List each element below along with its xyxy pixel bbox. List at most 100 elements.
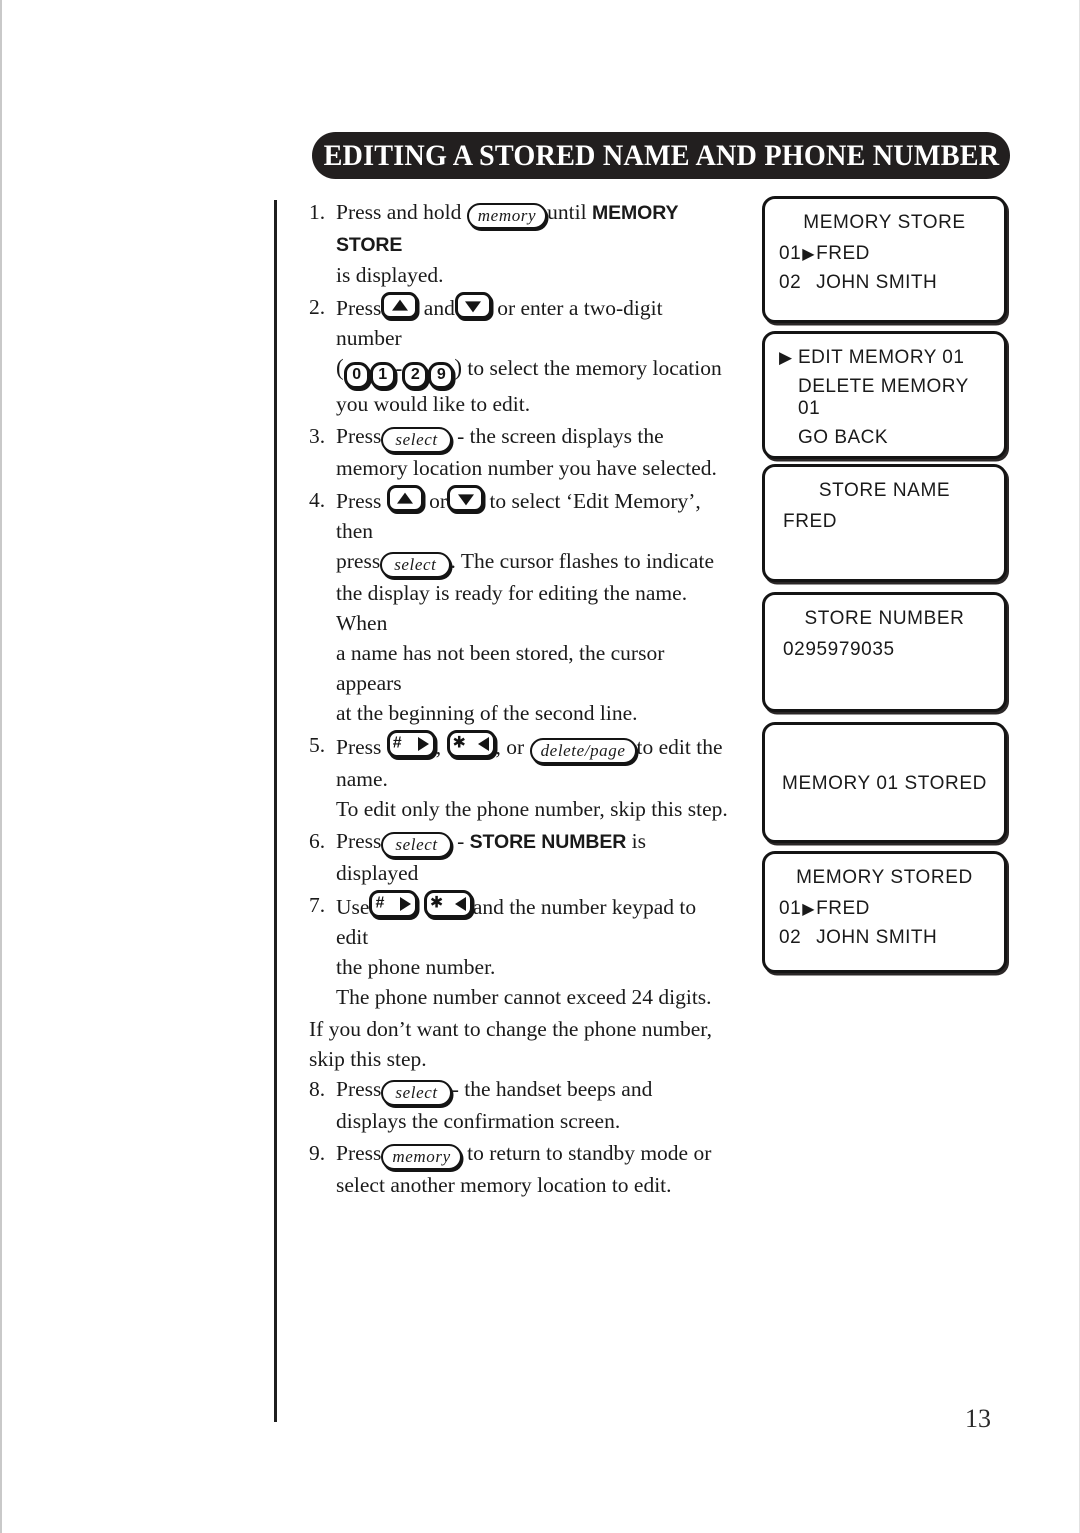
- star-left-key-icon: ✱: [446, 730, 496, 758]
- page-title: EDITING A STORED NAME AND PHONE NUMBER: [323, 138, 999, 172]
- step-6-text-2: -: [457, 829, 465, 853]
- step-4-text-1: Press: [336, 489, 382, 513]
- hash-right-key-icon: #: [386, 730, 436, 758]
- step-6: 6. Press select - STORE NUMBER is display…: [309, 826, 729, 888]
- memory-index: 01: [779, 898, 802, 919]
- lcd-screen-memory-01-stored: MEMORY 01 STORED: [762, 722, 1007, 843]
- step-1-text-1: Press and hold: [336, 200, 462, 224]
- lcd-row: 01 ▶ FRED: [779, 898, 990, 920]
- step-8-text-1: Press: [336, 1077, 382, 1101]
- lcd-menu-item: ▶ EDIT MEMORY 01: [779, 347, 990, 369]
- digit-0-key-icon: 0: [343, 362, 370, 389]
- note-line-2: skip this step.: [309, 1047, 427, 1071]
- memory-entry-label: JOHN SMITH: [816, 272, 938, 293]
- lcd-confirmation-message: MEMORY 01 STORED: [782, 773, 987, 794]
- step-8-number: 8.: [309, 1077, 326, 1101]
- step-6-body: Press select - STORE NUMBER is displayed: [336, 826, 729, 888]
- digit-1-key-icon: 1: [369, 362, 396, 389]
- range-dash: -: [395, 358, 403, 380]
- step-4-text-8: at the beginning of the second line.: [336, 701, 638, 725]
- step-7-body: Use # ✱ and the number keypad to edit the …: [336, 890, 729, 1012]
- step-9-body: Press memory to return to standby mode or…: [336, 1138, 729, 1200]
- lcd-screen-edit-memory-menu: ▶ EDIT MEMORY 01 ▶ DELETE MEMORY 01 ▶ GO…: [762, 331, 1007, 459]
- cursor-arrow-icon: ▶: [802, 246, 816, 263]
- step-5-text-1: Press: [336, 735, 382, 759]
- selection-arrow-icon: ▶: [779, 348, 793, 367]
- select-key-icon: select: [381, 427, 452, 453]
- step-2-text-4: to select the memory location: [467, 356, 722, 380]
- step-4: 4. Press or to select ‘Edit Memory’, the…: [309, 485, 729, 728]
- step-9-text-3: select another memory location to edit.: [336, 1173, 672, 1197]
- up-arrow-key-icon: [381, 292, 419, 319]
- instruction-steps-list: 1. Press and hold memory until MEMORY STO…: [309, 197, 729, 1202]
- lcd-screen-memory-stored: MEMORY STORED 01 ▶ FRED 02 ▶ JOHN SMITH: [762, 851, 1007, 973]
- digit-2-key-icon: 2: [402, 362, 429, 389]
- lcd-title: STORE NUMBER: [804, 608, 965, 629]
- step-4-text-6: the display is ready for editing the nam…: [336, 581, 688, 635]
- lcd-title: STORE NAME: [818, 480, 951, 501]
- memory-key-icon: memory: [381, 1144, 462, 1170]
- step-1-text-3: is displayed.: [336, 263, 444, 287]
- step-7: 7. Use # ✱ and the number keypad to edit t…: [309, 890, 729, 1012]
- manual-page: EDITING A STORED NAME AND PHONE NUMBER 1…: [0, 0, 1080, 1533]
- step-4-text-4: press: [336, 549, 381, 573]
- delete-page-key-icon: delete/page: [529, 738, 637, 764]
- lcd-menu-item: ▶ GO BACK: [779, 427, 990, 449]
- step-2-number: 2.: [309, 295, 326, 319]
- selection-arrow-icon-blank: ▶: [779, 377, 798, 397]
- step-2-text-1: Press: [336, 296, 382, 320]
- selection-arrow-icon-blank: ▶: [779, 428, 798, 448]
- step-6-text-3: is: [631, 829, 646, 853]
- lcd-menu-item: ▶ DELETE MEMORY 01: [779, 376, 990, 420]
- step-3: 3. Press select - the screen displays the…: [309, 421, 729, 483]
- lcd-title: MEMORY STORE: [803, 212, 966, 233]
- step-1-body: Press and hold memory until MEMORY STORE …: [336, 197, 729, 290]
- column-divider-rule: [274, 200, 277, 1422]
- step-6-bold-label: STORE NUMBER: [469, 831, 627, 853]
- step-7-number: 7.: [309, 893, 326, 917]
- lcd-screen-memory-store: MEMORY STORE 01 ▶ FRED 02 ▶ JOHN SMITH: [762, 196, 1007, 323]
- memory-entry-label: FRED: [816, 898, 870, 919]
- memory-index: 02: [779, 272, 802, 293]
- step-2: 2. Press and or enter a two-digit number…: [309, 292, 729, 419]
- step-3-text-2: - the screen displays the: [457, 424, 664, 448]
- cursor-arrow-icon-blank: ▶: [801, 928, 816, 948]
- step-5: 5. Press #, ✱, or delete/page to edit the…: [309, 730, 729, 824]
- note-line-1: If you don’t want to change the phone nu…: [309, 1017, 712, 1041]
- lcd-menu-item-label: DELETE MEMORY 01: [798, 376, 969, 419]
- step-9: 9. Press memory to return to standby mode…: [309, 1138, 729, 1200]
- step-3-number: 3.: [309, 424, 326, 448]
- lcd-value-store-name: FRED: [783, 511, 838, 532]
- select-key-icon: select: [381, 832, 452, 858]
- step-1: 1. Press and hold memory until MEMORY STO…: [309, 197, 729, 290]
- lcd-value-store-number: 0295979035: [783, 639, 895, 660]
- down-arrow-key-icon: [454, 292, 492, 319]
- step-1-number: 1.: [309, 200, 326, 224]
- memory-entry-label: FRED: [816, 243, 870, 264]
- note-paragraph: If you don’t want to change the phone nu…: [309, 1014, 729, 1074]
- step-8-body: Press select - the handset beeps and displ…: [336, 1074, 729, 1136]
- close-paren: ): [454, 355, 463, 380]
- up-arrow-key-icon: [386, 485, 424, 512]
- step-2-body: Press and or enter a two-digit number (0…: [336, 292, 729, 419]
- step-5-text-5: name.: [336, 767, 388, 791]
- step-5-number: 5.: [309, 733, 326, 757]
- step-4-text-7: a name has not been stored, the cursor a…: [336, 641, 665, 695]
- step-3-text-3: memory location number you have selected…: [336, 456, 717, 480]
- lcd-title: MEMORY STORED: [796, 867, 973, 888]
- step-9-number: 9.: [309, 1141, 326, 1165]
- lcd-menu-item-label: EDIT MEMORY 01: [798, 347, 965, 368]
- step-8-text-3: displays the confirmation screen.: [336, 1109, 621, 1133]
- step-4-body: Press or to select ‘Edit Memory’, then p…: [336, 485, 729, 728]
- memory-index: 01: [779, 243, 802, 264]
- cursor-arrow-icon: ▶: [802, 901, 816, 918]
- lcd-screen-store-number: STORE NUMBER 0295979035: [762, 592, 1007, 712]
- step-9-text-2: to return to standby mode or: [467, 1141, 712, 1165]
- step-8: 8. Press select - the handset beeps and di…: [309, 1074, 729, 1136]
- step-2-text-5: you would like to edit.: [336, 392, 531, 416]
- star-left-key-icon: ✱: [423, 890, 473, 918]
- step-3-body: Press select - the screen displays the me…: [336, 421, 729, 483]
- step-8-text-2: - the handset beeps and: [451, 1077, 653, 1101]
- step-3-text-1: Press: [336, 424, 382, 448]
- memory-key-icon: memory: [466, 203, 548, 229]
